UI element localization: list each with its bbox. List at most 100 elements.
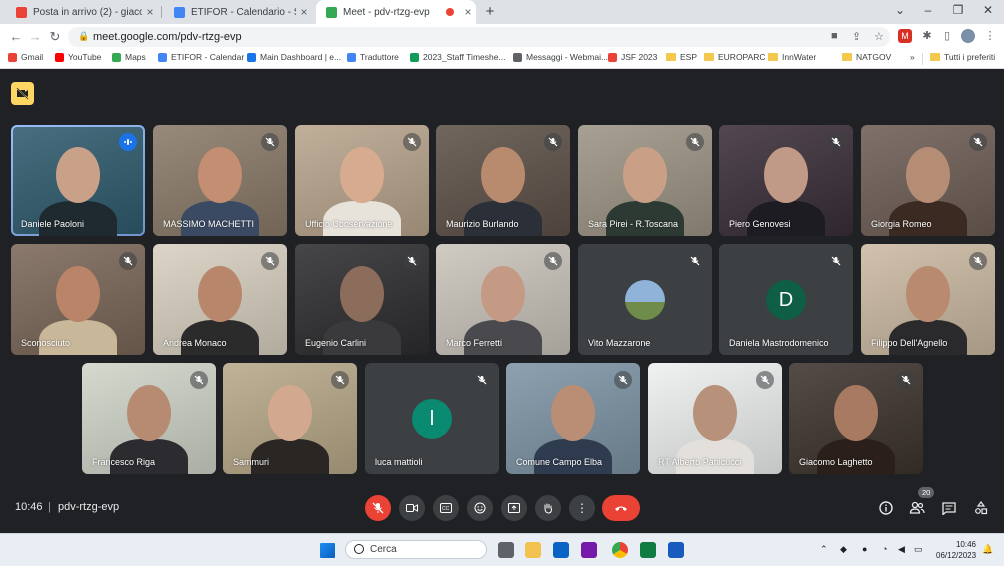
taskbar-date: 06/12/2023 <box>936 551 977 560</box>
speaking-indicator-icon <box>119 133 137 151</box>
maximize-icon[interactable]: ❐ <box>948 3 968 17</box>
people-button[interactable] <box>909 500 925 516</box>
profile-avatar[interactable] <box>961 29 975 43</box>
participant-tile[interactable]: Andrea Monaco <box>153 244 287 355</box>
chat-button[interactable] <box>941 500 957 516</box>
notification-bell-icon[interactable]: 🔔 <box>982 544 993 555</box>
tab-gmail[interactable]: Posta in arrivo (2) - giacomo.lag × <box>6 0 158 24</box>
bookmark-item[interactable]: InnWater <box>768 52 816 62</box>
participant-tile[interactable]: Vito Mazzarone <box>578 244 712 355</box>
address-bar[interactable]: 🔒 meet.google.com/pdv-rtzg-evp ■ ⇪ ☆ <box>68 27 890 47</box>
participant-tile[interactable]: Piero Genovesi <box>719 125 853 236</box>
sidepanel-icon[interactable]: ▯ <box>940 29 954 43</box>
participant-tile[interactable]: MASSIMO MACHETTI <box>153 125 287 236</box>
excel-icon[interactable] <box>640 542 656 558</box>
bookmark-item[interactable]: JSF 2023 <box>608 52 657 62</box>
bookmark-item[interactable]: NATGOV <box>842 52 891 62</box>
bookmarks-overflow-icon[interactable]: » <box>910 52 915 62</box>
extension-icon[interactable]: M <box>898 29 912 43</box>
participant-tile[interactable]: Comune Campo Elba <box>506 363 640 474</box>
participant-tile[interactable]: Sara Pirei - R.Toscana <box>578 125 712 236</box>
bookmark-item[interactable]: EUROPARC <box>704 52 766 62</box>
bookmark-item[interactable]: ETIFOR - Calendar <box>158 52 244 62</box>
wifi-icon[interactable]: ◔ <box>882 544 887 554</box>
chrome-icon[interactable] <box>612 542 628 558</box>
participant-tile[interactable]: Filippo Dell'Agnello <box>861 244 995 355</box>
participant-tile[interactable]: Daniele Paoloni <box>11 125 145 236</box>
participant-tile[interactable]: Sammuri <box>223 363 357 474</box>
participant-tile[interactable]: Sconosciuto <box>11 244 145 355</box>
bookmark-item[interactable]: Main Dashboard | e... <box>247 52 341 62</box>
bookmark-item[interactable]: Gmail <box>8 52 43 62</box>
raise-hand-button[interactable] <box>535 495 561 521</box>
participant-tile[interactable]: Eugenio Carlini <box>295 244 429 355</box>
bookmark-item[interactable]: Traduttore <box>347 52 399 62</box>
volume-icon[interactable]: ◀ <box>898 544 905 555</box>
camera-icon[interactable]: ■ <box>831 30 838 42</box>
activities-button[interactable] <box>973 500 989 516</box>
bookmark-item[interactable]: Maps <box>112 52 146 62</box>
dropbox-icon[interactable]: ◆ <box>840 544 847 555</box>
all-bookmarks-folder[interactable]: Tutti i preferiti <box>930 52 995 62</box>
mic-off-icon <box>261 252 279 270</box>
hang-up-icon <box>615 506 627 511</box>
menu-icon[interactable]: ⋮ <box>983 29 997 43</box>
taskbar-search[interactable]: Cerca <box>345 540 487 559</box>
forward-icon[interactable]: → <box>27 29 43 44</box>
mail-icon[interactable] <box>553 542 569 558</box>
new-tab-button[interactable]: + <box>481 3 499 20</box>
participant-tile[interactable]: D Daniela Mastrodomenico <box>719 244 853 355</box>
close-icon[interactable]: × <box>460 5 476 19</box>
participant-tile[interactable]: Marco Ferretti <box>436 244 570 355</box>
participant-tile[interactable]: Giacomo Laghetto <box>789 363 923 474</box>
tab-divider <box>161 6 162 18</box>
participant-face <box>834 385 878 441</box>
participant-tile[interactable]: RT Alberto Panicucci <box>648 363 782 474</box>
camera-button[interactable] <box>399 495 425 521</box>
folder-icon <box>842 53 852 61</box>
file-explorer-icon[interactable] <box>525 542 541 558</box>
puzzle-icon[interactable]: ✱ <box>920 29 934 43</box>
present-button[interactable] <box>501 495 527 521</box>
captions-button[interactable]: CC <box>433 495 459 521</box>
participant-name: Francesco Riga <box>92 457 156 467</box>
taskbar-clock[interactable]: 10:46 06/12/2023 <box>936 539 976 561</box>
minimize-icon[interactable]: – <box>918 3 938 17</box>
meeting-details-button[interactable] <box>878 500 894 516</box>
reload-icon[interactable]: ↻ <box>47 29 63 45</box>
windows-start-icon[interactable] <box>320 543 335 558</box>
tray-mic-icon[interactable]: ● <box>862 544 867 554</box>
participant-tile[interactable]: Ufficio Conservazione <box>295 125 429 236</box>
camera-off-icon[interactable] <box>11 82 34 105</box>
url-text[interactable]: meet.google.com/pdv-rtzg-evp <box>93 31 242 43</box>
star-icon[interactable]: ☆ <box>874 30 884 43</box>
back-icon[interactable]: ← <box>8 29 24 44</box>
close-icon[interactable]: × <box>296 5 312 19</box>
participant-tile[interactable]: l luca mattioli <box>365 363 499 474</box>
word-icon[interactable] <box>668 542 684 558</box>
tab-meet[interactable]: Meet - pdv-rtzg-evp × <box>316 0 476 24</box>
bookmark-item[interactable]: YouTube <box>55 52 101 62</box>
tab-search-icon[interactable]: ⌄ <box>890 3 910 17</box>
share-icon[interactable]: ⇪ <box>852 30 861 43</box>
participant-tile[interactable]: Giorgia Romeo <box>861 125 995 236</box>
battery-icon[interactable]: ▭ <box>914 544 923 555</box>
bookmark-item[interactable]: ESP <box>666 52 697 62</box>
bookmark-item[interactable]: Messaggi - Webmai... <box>513 52 608 62</box>
participant-face <box>906 266 950 322</box>
bookmark-item[interactable]: 2023_Staff Timeshe... <box>410 52 506 62</box>
onenote-icon[interactable] <box>581 542 597 558</box>
bookmark-favicon-icon <box>158 52 167 62</box>
reactions-button[interactable] <box>467 495 493 521</box>
mic-off-icon <box>403 133 421 151</box>
mic-muted-button[interactable] <box>365 495 391 521</box>
close-icon[interactable]: × <box>142 5 158 19</box>
leave-call-button[interactable] <box>602 495 640 521</box>
close-window-icon[interactable]: ✕ <box>978 3 998 17</box>
participant-tile[interactable]: Maurizio Burlando <box>436 125 570 236</box>
tab-etifor-calendar[interactable]: ETIFOR - Calendario - Settimana × <box>164 0 312 24</box>
task-view-icon[interactable] <box>498 542 514 558</box>
more-options-button[interactable]: ⋮ <box>569 495 595 521</box>
tray-chevron-icon[interactable]: ⌃ <box>820 544 828 555</box>
participant-tile[interactable]: Francesco Riga <box>82 363 216 474</box>
